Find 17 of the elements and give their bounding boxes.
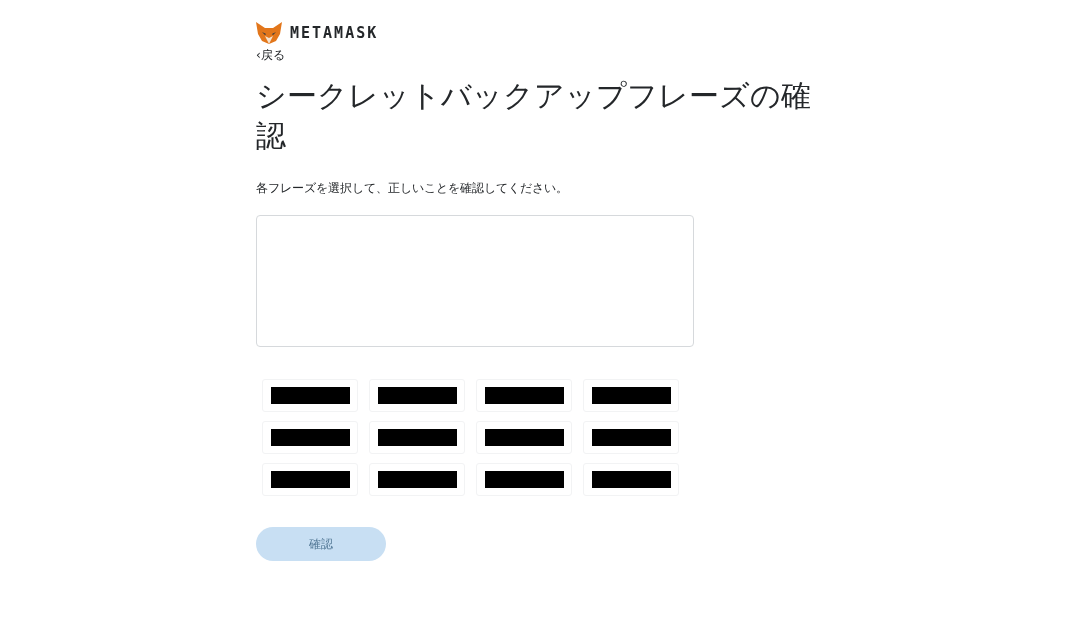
word-chip[interactable]	[583, 379, 679, 412]
word-chip[interactable]	[369, 379, 465, 412]
word-chip[interactable]	[262, 463, 358, 496]
logo-wordmark: METAMASK	[290, 24, 379, 42]
fox-logo-icon	[256, 22, 282, 44]
word-chip[interactable]	[262, 421, 358, 454]
word-chip[interactable]	[583, 421, 679, 454]
page-title: シークレットバックアップフレーズの確認	[256, 77, 812, 155]
word-chip[interactable]	[262, 379, 358, 412]
word-chip[interactable]	[476, 463, 572, 496]
word-chip[interactable]	[583, 463, 679, 496]
instruction-text: 各フレーズを選択して、正しいことを確認してください。	[256, 180, 568, 197]
word-chip[interactable]	[476, 379, 572, 412]
word-chip[interactable]	[369, 421, 465, 454]
back-link[interactable]: ‹戻る	[256, 47, 285, 64]
word-chip[interactable]	[476, 421, 572, 454]
word-chip[interactable]	[369, 463, 465, 496]
